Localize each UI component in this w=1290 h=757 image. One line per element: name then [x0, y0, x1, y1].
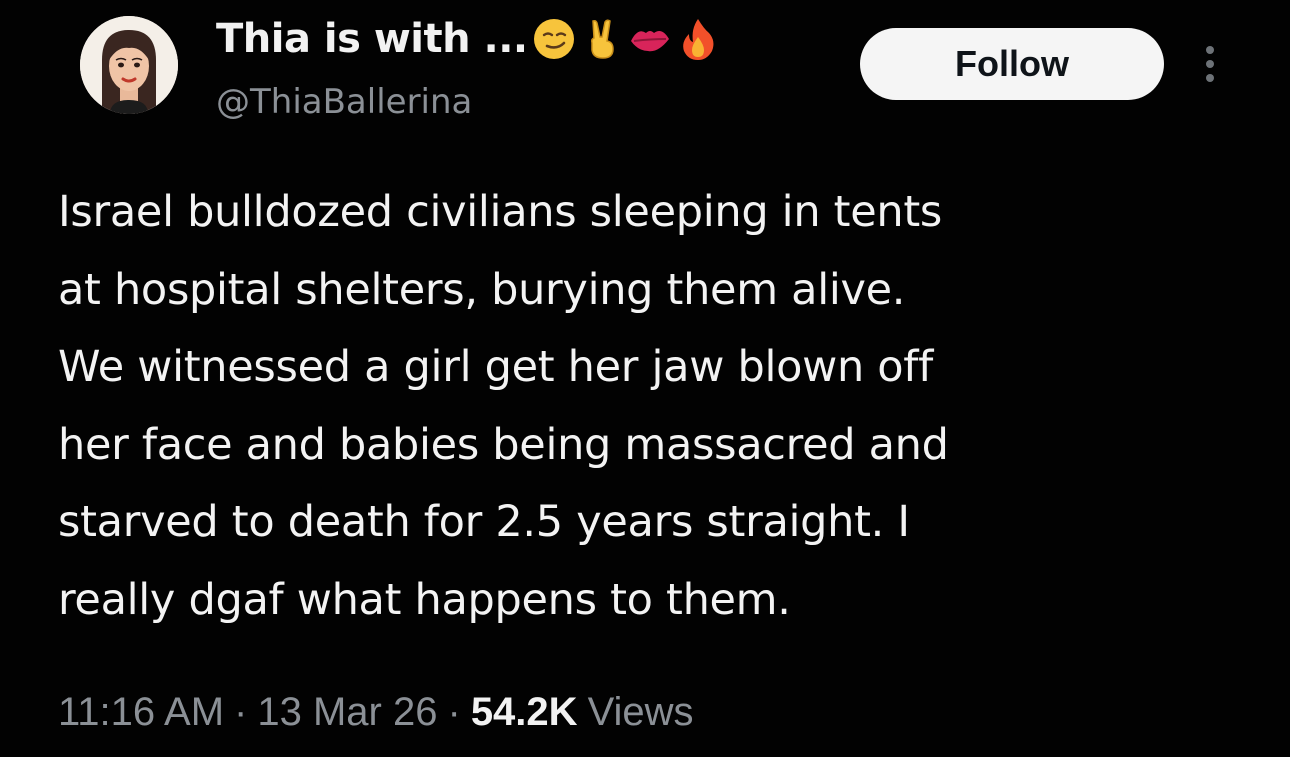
- views-count: 54.2K: [470, 690, 578, 734]
- tweet-text-line: really dgaf what happens to them.: [58, 574, 791, 625]
- separator-dot: ·: [447, 690, 461, 734]
- fire-emoji-icon: [676, 17, 720, 61]
- tweet-text-line: Israel bulldozed civilians sleeping in t…: [58, 187, 942, 237]
- follow-button[interactable]: Follow: [860, 28, 1164, 100]
- avatar[interactable]: [80, 16, 178, 114]
- tweet-card: Thia is with ... @ThiaBallerina Follow I…: [0, 0, 1290, 757]
- tweet-text-line: at hospital shelters, burying them alive…: [58, 264, 906, 315]
- name-line: Thia is with ...: [216, 16, 720, 62]
- more-vertical-icon[interactable]: [1198, 44, 1222, 84]
- smirk-emoji-icon: [532, 17, 576, 61]
- tweet-time[interactable]: 11:16 AM: [58, 690, 224, 735]
- victory-hand-emoji-icon: [580, 17, 624, 61]
- kiss-lips-emoji-icon: [628, 17, 672, 61]
- separator-dot: ·: [234, 690, 248, 734]
- avatar-illustration: [80, 16, 178, 114]
- tweet-metadata: 11:16 AM · 13 Mar 26 · 54.2K Views: [58, 690, 694, 735]
- tweet-text: Israel bulldozed civilians sleeping in t…: [58, 174, 1258, 639]
- user-handle[interactable]: @ThiaBallerina: [216, 82, 472, 122]
- tweet-text-line: her face and babies being massacred and: [58, 419, 949, 470]
- tweet-text-line: starved to death for 2.5 years straight.…: [58, 497, 910, 547]
- views-label: Views: [587, 690, 694, 734]
- display-name[interactable]: Thia is with ...: [216, 16, 528, 62]
- tweet-text-line: We witnessed a girl get her jaw blown of…: [58, 342, 933, 392]
- tweet-date[interactable]: 13 Mar 26: [257, 690, 437, 735]
